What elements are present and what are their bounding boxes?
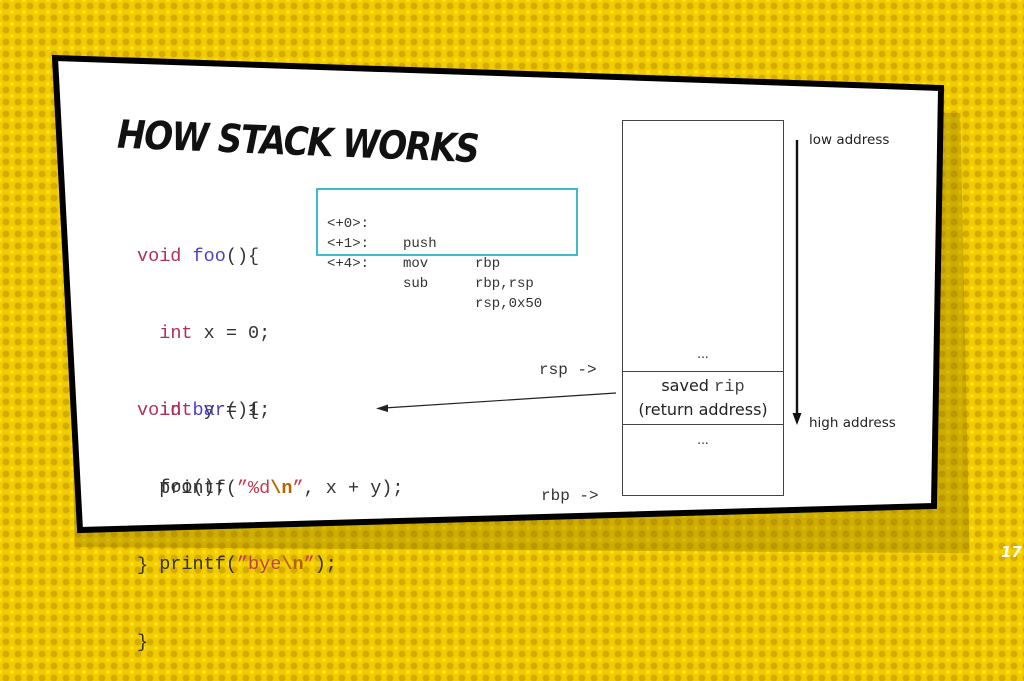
code-function-name: bar — [192, 399, 226, 421]
disassembly-row: <+1>: mov rbp,rsp — [327, 214, 576, 292]
code-function-name: foo — [192, 245, 226, 267]
rsp-pointer-label: rsp -> — [539, 361, 597, 379]
disassembly-box: <+0>: push rbp <+1>: mov rbp,rsp <+4>: s… — [316, 188, 578, 312]
code-text: ); — [314, 554, 337, 576]
saved-register: rip — [714, 378, 745, 397]
stack-cell-above: ... — [697, 347, 709, 361]
disassembly-row: <+0>: push rbp — [327, 194, 576, 272]
return-address-label: (return address) — [638, 400, 768, 419]
saved-label: saved — [661, 376, 709, 395]
stack-diagram: ... saved rip (return address) ... — [622, 120, 784, 496]
code-bar-block: void bar(){ foo(); printf(”bye\n”); } — [137, 346, 337, 681]
stack-cell-saved-rip: saved rip (return address) — [623, 371, 783, 425]
code-string: ”bye — [236, 554, 282, 576]
disassembly-row: <+4>: sub rsp,0x50 — [327, 234, 576, 312]
code-text: (){ — [225, 245, 260, 267]
code-escape: \n — [281, 554, 304, 576]
asm-operands: rbp,rsp — [475, 276, 534, 292]
asm-opcode: mov — [403, 256, 429, 272]
code-keyword: int — [159, 322, 193, 344]
code-text: x = 0; — [192, 322, 271, 344]
high-address-label: high address — [809, 415, 896, 431]
code-line: foo(); — [137, 475, 337, 501]
code-line: int x = 0; — [137, 321, 404, 347]
code-text: printf( — [159, 554, 237, 576]
code-line: printf(”bye\n”); — [137, 552, 337, 578]
saved-rip-label: saved rip — [623, 375, 783, 399]
low-address-label: low address — [809, 132, 890, 148]
page-number: 17 — [1001, 543, 1022, 561]
code-text: (){ — [225, 399, 260, 421]
code-line: void bar(){ — [137, 398, 337, 424]
asm-operands: rsp,0x50 — [475, 296, 543, 312]
asm-opcode: sub — [403, 276, 429, 292]
code-keyword: void — [137, 245, 182, 267]
rbp-pointer-label: rbp -> — [541, 487, 599, 505]
asm-offset: <+4>: — [327, 256, 370, 272]
stack-cell-below: ... — [697, 433, 709, 447]
code-keyword: void — [137, 399, 182, 421]
code-text: foo(); — [159, 476, 226, 498]
code-string: ” — [303, 554, 315, 576]
code-line: } — [137, 631, 149, 653]
asm-operands: rbp — [475, 256, 501, 272]
